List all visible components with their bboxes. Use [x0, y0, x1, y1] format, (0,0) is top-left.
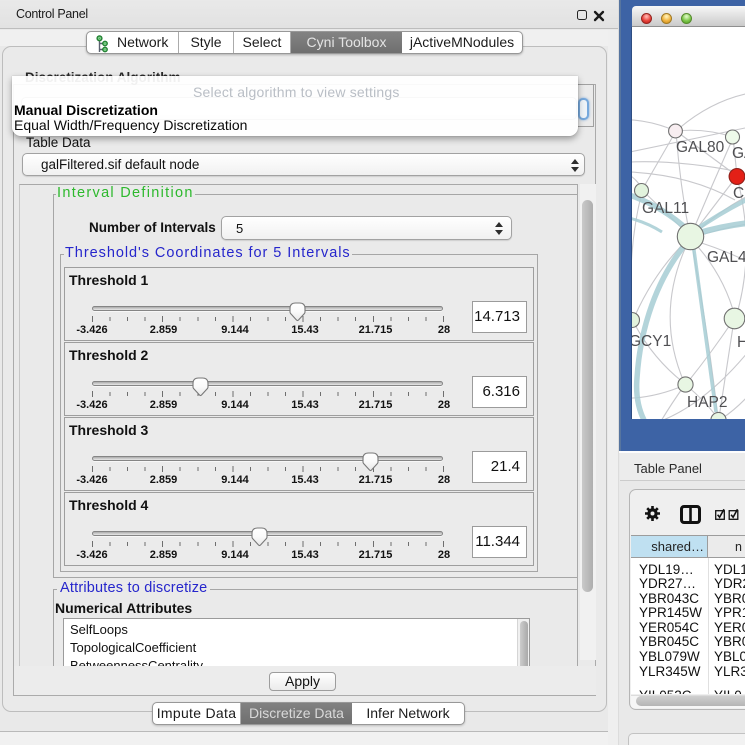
svg-text:GAL4: GAL4 [707, 249, 745, 266]
svg-text:H: H [737, 334, 745, 351]
svg-text:HAP2: HAP2 [687, 394, 728, 411]
svg-text:GCY1: GCY1 [632, 333, 671, 350]
svg-text:GA: GA [732, 145, 745, 162]
svg-text:GAL11: GAL11 [642, 200, 689, 217]
svg-text:GAL80: GAL80 [676, 139, 725, 156]
svg-text:C: C [733, 185, 744, 202]
